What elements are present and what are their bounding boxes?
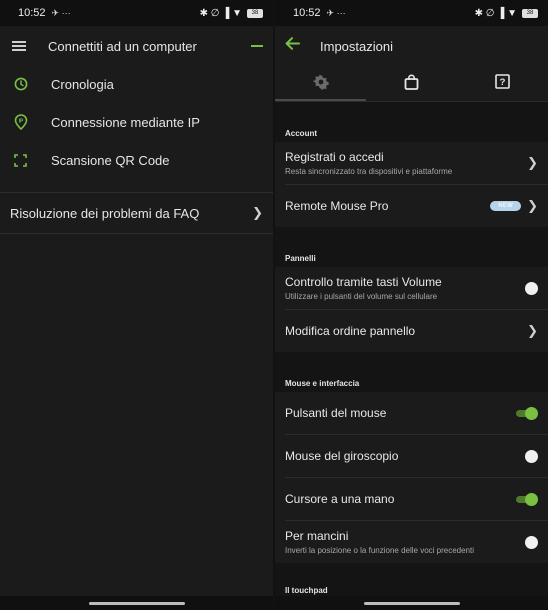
- app-bar: Impostazioni: [275, 26, 548, 66]
- gear-icon: [312, 73, 329, 95]
- row-title: Registrati o accedi: [285, 150, 384, 164]
- row-title: Cursore a una mano: [285, 492, 395, 506]
- svg-text:?: ?: [500, 77, 506, 88]
- battery-icon: 38: [522, 8, 538, 18]
- section-header-touchpad: Il touchpad: [275, 563, 548, 599]
- status-notification-icons: ✈ ···: [326, 7, 346, 18]
- status-notification-icons: ✈ ···: [51, 7, 71, 18]
- chevron-right-icon: ❯: [527, 155, 538, 170]
- volume-keys-row[interactable]: Controllo tramite tasti Volume Utilizzar…: [275, 267, 548, 309]
- row-title: Per mancini: [285, 529, 349, 543]
- menu-item-label: Connessione mediante IP: [51, 114, 200, 130]
- row-title: Controllo tramite tasti Volume: [285, 275, 442, 289]
- clock-icon: [12, 76, 29, 93]
- panel-order-row[interactable]: Modifica ordine pannello ❯: [275, 310, 548, 352]
- gyro-mouse-row[interactable]: Mouse del giroscopio: [275, 435, 548, 477]
- tab-settings[interactable]: [275, 66, 366, 102]
- left-handed-toggle[interactable]: [514, 536, 538, 549]
- ip-pin-icon: IP: [12, 114, 29, 131]
- chevron-right-icon: ❯: [527, 198, 538, 213]
- menu-item-label: Scansione QR Code: [51, 152, 170, 168]
- help-box-icon: ?: [495, 74, 510, 94]
- tab-shop[interactable]: [366, 66, 457, 102]
- app-bar: Connettiti ad un computer: [0, 26, 273, 66]
- status-bar: 10:52 ✈ ··· ✱ ∅ ▐ ▼ 38: [0, 0, 273, 26]
- bluetooth-wifi-signal-icons: ✱ ∅ ▐ ▼: [474, 7, 517, 19]
- left-handed-row[interactable]: Per mancini Inverti la posizione o la fu…: [275, 521, 548, 563]
- volume-keys-toggle[interactable]: [514, 282, 538, 295]
- tab-bar: ?: [275, 66, 548, 102]
- row-subtitle: Resta sincronizzato tra dispositivi e pi…: [285, 167, 453, 176]
- qr-scan-icon: [12, 152, 29, 169]
- register-row[interactable]: Registrati o accedi Resta sincronizzato …: [275, 142, 548, 184]
- tab-help[interactable]: ?: [457, 66, 548, 102]
- menu-item-label: Cronologia: [51, 76, 114, 92]
- mouse-buttons-toggle[interactable]: [514, 407, 538, 420]
- divider: [0, 233, 273, 234]
- menu-icon[interactable]: [12, 41, 26, 51]
- gesture-bar: [0, 596, 273, 610]
- page-title: Impostazioni: [320, 38, 393, 54]
- one-hand-cursor-toggle[interactable]: [514, 493, 538, 506]
- one-hand-cursor-row[interactable]: Cursore a una mano: [275, 478, 548, 520]
- row-title: Pulsanti del mouse: [285, 406, 387, 420]
- gesture-handle[interactable]: [88, 601, 185, 605]
- left-screen: 10:52 ✈ ··· ✱ ∅ ▐ ▼ 38 Connettiti ad un …: [0, 0, 273, 610]
- row-title: Remote Mouse Pro: [285, 199, 389, 213]
- page-title: Connettiti ad un computer: [48, 38, 197, 54]
- faq-label: Risoluzione dei problemi da FAQ: [10, 205, 200, 221]
- status-system-icons: ✱ ∅ ▐ ▼ 38: [475, 8, 538, 19]
- battery-icon: 38: [247, 8, 263, 18]
- menu-item-ip[interactable]: IP Connessione mediante IP: [0, 103, 273, 141]
- gyro-mouse-toggle[interactable]: [514, 450, 538, 463]
- remote-mouse-pro-row[interactable]: Remote Mouse Pro NEW ❯: [275, 185, 548, 227]
- bluetooth-wifi-signal-icons: ✱ ∅ ▐ ▼: [199, 7, 242, 19]
- status-time: 10:52: [293, 7, 321, 19]
- chevron-right-icon: ❯: [252, 205, 263, 220]
- back-arrow-icon[interactable]: [285, 37, 300, 55]
- svg-text:IP: IP: [18, 119, 23, 125]
- status-time: 10:52: [18, 7, 46, 19]
- collapse-icon[interactable]: [251, 45, 263, 47]
- status-system-icons: ✱ ∅ ▐ ▼ 38: [200, 8, 263, 19]
- menu-item-qr[interactable]: Scansione QR Code: [0, 141, 273, 179]
- gesture-bar: [275, 596, 548, 610]
- gesture-handle[interactable]: [363, 601, 460, 605]
- section-header-account: Account: [275, 102, 548, 142]
- row-subtitle: Utilizzare i pulsanti del volume sul cel…: [285, 292, 438, 301]
- status-bar: 10:52 ✈ ··· ✱ ∅ ▐ ▼ 38: [275, 0, 548, 26]
- section-header-pannelli: Pannelli: [275, 227, 548, 267]
- mouse-buttons-row[interactable]: Pulsanti del mouse: [275, 392, 548, 434]
- menu-item-cronologia[interactable]: Cronologia: [0, 65, 273, 103]
- right-screen: 10:52 ✈ ··· ✱ ∅ ▐ ▼ 38 Impostazioni ? Ac…: [275, 0, 548, 610]
- faq-link[interactable]: Risoluzione dei problemi da FAQ ❯: [0, 193, 273, 233]
- chevron-right-icon: ❯: [527, 323, 538, 338]
- section-header-mouse: Mouse e interfaccia: [275, 352, 548, 392]
- row-title: Modifica ordine pannello: [285, 324, 416, 338]
- new-badge: NEW: [490, 201, 522, 211]
- shopping-bag-icon: [404, 74, 419, 95]
- row-title: Mouse del giroscopio: [285, 449, 399, 463]
- row-subtitle: Inverti la posizione o la funzione delle…: [285, 546, 475, 555]
